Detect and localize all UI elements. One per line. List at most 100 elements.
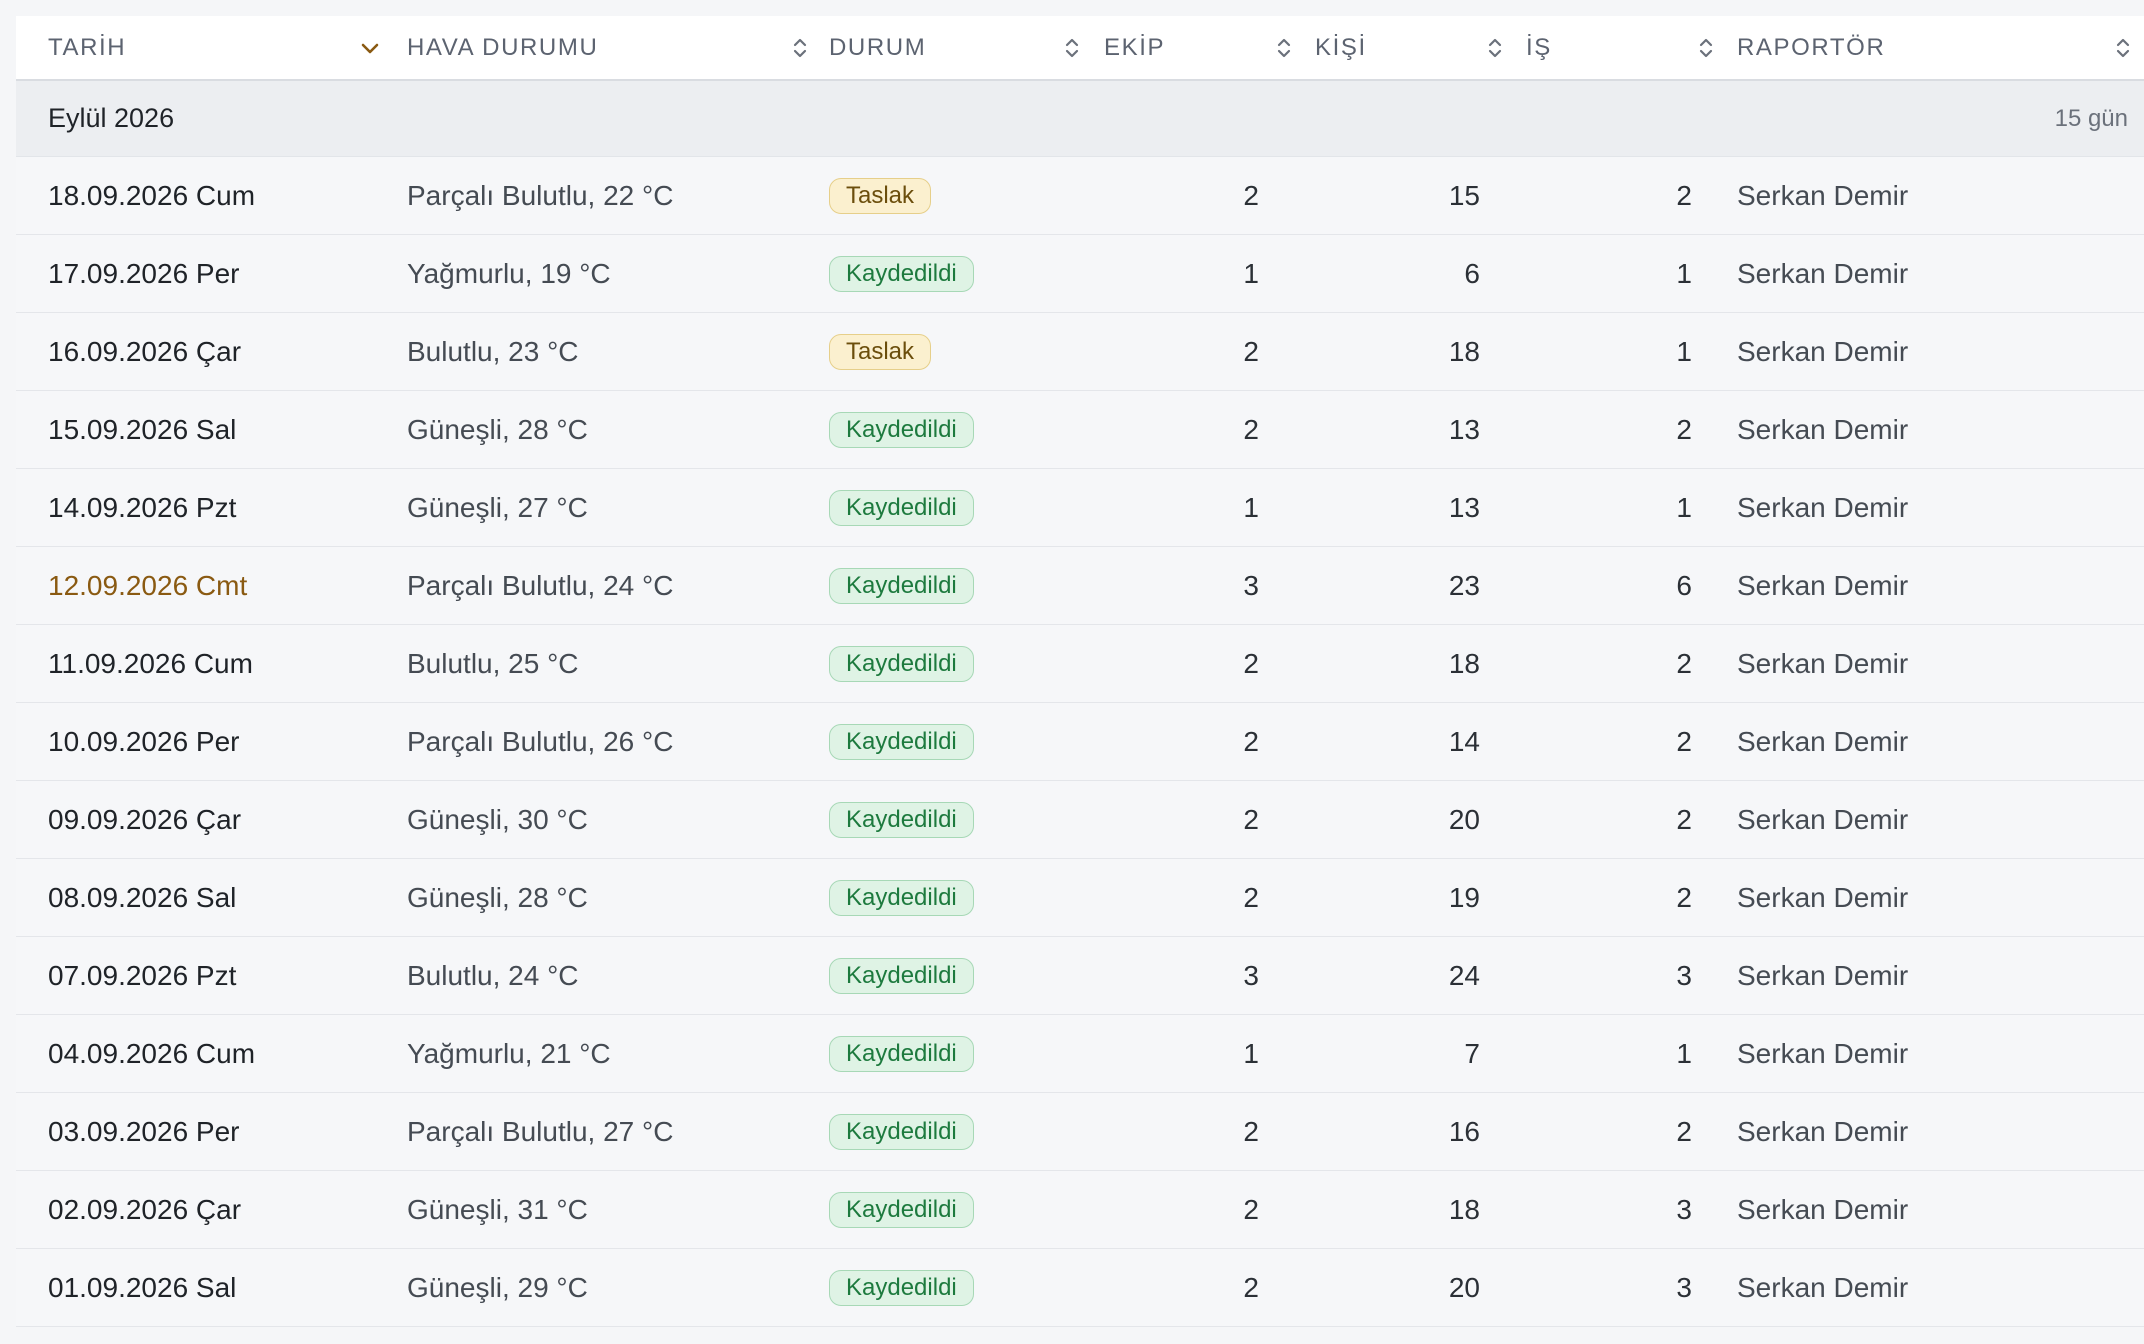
cell-jobs: 6 — [1612, 547, 1692, 624]
column-header-jobs[interactable]: İŞ — [1526, 16, 1726, 79]
sort-toggle-icon[interactable] — [1692, 34, 1720, 62]
column-header-team[interactable]: EKİP — [1104, 16, 1304, 79]
cell-date: 02.09.2026 Çar — [48, 1171, 241, 1248]
table-row[interactable]: 17.09.2026 Per Yağmurlu, 19 °C Kaydedildi 1… — [16, 235, 2144, 313]
cell-status: Kaydedildi — [829, 1249, 974, 1326]
cell-weather-text: Güneşli, 29 °C — [407, 1271, 588, 1303]
cell-jobs-text: 2 — [1676, 725, 1692, 757]
cell-jobs-text: 1 — [1676, 1037, 1692, 1069]
cell-jobs: 2 — [1612, 859, 1692, 936]
cell-weather-text: Parçalı Bulutlu, 27 °C — [407, 1115, 674, 1147]
cell-team: 1 — [1179, 1015, 1259, 1092]
cell-reporter: Serkan Demir — [1737, 1171, 1908, 1248]
cell-date: 01.09.2026 Sal — [48, 1249, 236, 1326]
table-row[interactable]: 14.09.2026 Pzt Güneşli, 27 °C Kaydedildi 1 1… — [16, 469, 2144, 547]
sort-toggle-icon[interactable] — [1481, 34, 1509, 62]
table-row[interactable]: 11.09.2026 Cum Bulutlu, 25 °C Kaydedildi 2 1… — [16, 625, 2144, 703]
cell-jobs-text: 2 — [1676, 881, 1692, 913]
cell-date-text: 15.09.2026 Sal — [48, 413, 237, 445]
table-row[interactable]: 18.09.2026 Cum Parçalı Bulutlu, 22 °C Tasl… — [16, 157, 2144, 235]
cell-people: 24 — [1400, 937, 1480, 1014]
status-badge: Kaydedildi — [829, 567, 974, 604]
column-label-team: EKİP — [1104, 33, 1166, 61]
table-row[interactable]: 01.09.2026 Sal Güneşli, 29 °C Kaydedildi 2 2… — [16, 1249, 2144, 1327]
cell-status: Kaydedildi — [829, 1093, 974, 1170]
table-row[interactable]: 10.09.2026 Per Parçalı Bulutlu, 26 °C Kayd… — [16, 703, 2144, 781]
cell-jobs: 2 — [1612, 781, 1692, 858]
cell-team: 2 — [1179, 1171, 1259, 1248]
cell-weather: Güneşli, 30 °C — [407, 781, 588, 858]
cell-status: Kaydedildi — [829, 235, 974, 312]
table-row[interactable]: 08.09.2026 Sal Güneşli, 28 °C Kaydedildi 2 1… — [16, 859, 2144, 937]
sort-toggle-icon[interactable] — [2109, 34, 2137, 62]
cell-date: 03.09.2026 Per — [48, 1093, 240, 1170]
table-row[interactable]: 15.09.2026 Sal Güneşli, 28 °C Kaydedildi 2 1… — [16, 391, 2144, 469]
table-row[interactable]: 09.09.2026 Çar Güneşli, 30 °C Kaydedildi 2 2… — [16, 781, 2144, 859]
cell-people: 6 — [1400, 235, 1480, 312]
cell-people: 20 — [1400, 781, 1480, 858]
cell-status: Kaydedildi — [829, 1015, 974, 1092]
table-row[interactable]: 16.09.2026 Çar Bulutlu, 23 °C Taslak 2 18 1 Se… — [16, 313, 2144, 391]
cell-people: 20 — [1400, 1249, 1480, 1326]
column-header-status[interactable]: DURUM — [829, 16, 1109, 79]
column-header-date[interactable]: TARİH — [48, 16, 388, 79]
cell-people: 7 — [1400, 1015, 1480, 1092]
cell-people: 23 — [1400, 547, 1480, 624]
cell-weather: Güneşli, 27 °C — [407, 469, 588, 546]
cell-jobs: 2 — [1612, 1093, 1692, 1170]
cell-jobs-text: 2 — [1676, 179, 1692, 211]
cell-team: 3 — [1179, 937, 1259, 1014]
cell-jobs-text: 2 — [1676, 413, 1692, 445]
table-row[interactable]: 04.09.2026 Cum Yağmurlu, 21 °C Kaydedildi 1… — [16, 1015, 2144, 1093]
sort-descending-icon[interactable] — [356, 34, 384, 62]
cell-date-text: 10.09.2026 Per — [48, 725, 240, 757]
cell-weather-text: Bulutlu, 24 °C — [407, 959, 579, 991]
status-badge: Taslak — [829, 333, 932, 370]
cell-team: 2 — [1179, 781, 1259, 858]
cell-date-text: 14.09.2026 Pzt — [48, 491, 237, 523]
column-header-reporter[interactable]: RAPORTÖR — [1737, 16, 2137, 79]
table-row[interactable]: 02.09.2026 Çar Güneşli, 31 °C Kaydedildi 2 1… — [16, 1171, 2144, 1249]
cell-reporter-text: Serkan Demir — [1737, 335, 1909, 367]
status-badge: Kaydedildi — [829, 723, 974, 760]
cell-team-text: 2 — [1243, 803, 1259, 835]
cell-team: 2 — [1179, 625, 1259, 702]
cell-date-text: 16.09.2026 Çar — [48, 335, 242, 367]
cell-status: Taslak — [829, 157, 932, 234]
cell-jobs-text: 1 — [1676, 257, 1692, 289]
cell-status: Kaydedildi — [829, 859, 974, 936]
cell-weather-text: Bulutlu, 23 °C — [407, 335, 579, 367]
cell-people: 13 — [1400, 391, 1480, 468]
cell-people-text: 14 — [1448, 725, 1480, 757]
status-badge: Kaydedildi — [829, 1113, 974, 1150]
cell-weather: Yağmurlu, 21 °C — [407, 1015, 611, 1092]
table-row[interactable]: 07.09.2026 Pzt Bulutlu, 24 °C Kaydedildi 3 2… — [16, 937, 2144, 1015]
cell-date-text: 11.09.2026 Cum — [48, 647, 253, 679]
cell-status: Kaydedildi — [829, 1171, 974, 1248]
cell-jobs-text: 2 — [1676, 803, 1692, 835]
cell-status: Kaydedildi — [829, 781, 974, 858]
cell-status: Taslak — [829, 313, 932, 390]
sort-toggle-icon[interactable] — [786, 34, 814, 62]
group-header-month[interactable]: Eylül 2026 15 gün — [16, 81, 2144, 157]
cell-people: 16 — [1400, 1093, 1480, 1170]
sort-toggle-icon[interactable] — [1270, 34, 1298, 62]
cell-weather-text: Bulutlu, 25 °C — [407, 647, 579, 679]
cell-people-text: 6 — [1464, 257, 1480, 289]
table-row[interactable]: 03.09.2026 Per Parçalı Bulutlu, 27 °C Kayd… — [16, 1093, 2144, 1171]
cell-people-text: 20 — [1448, 1271, 1480, 1303]
cell-weather: Güneşli, 31 °C — [407, 1171, 588, 1248]
cell-jobs: 2 — [1612, 625, 1692, 702]
column-header-people[interactable]: KİŞİ — [1315, 16, 1515, 79]
cell-team-text: 1 — [1243, 1037, 1259, 1069]
column-header-weather[interactable]: HAVA DURUMU — [407, 16, 827, 79]
cell-jobs: 3 — [1612, 1171, 1692, 1248]
cell-date-text: 07.09.2026 Pzt — [48, 959, 237, 991]
cell-reporter: Serkan Demir — [1737, 469, 1908, 546]
cell-jobs: 2 — [1612, 157, 1692, 234]
cell-team-text: 2 — [1243, 179, 1259, 211]
table-row[interactable]: 12.09.2026 Cmt Parçalı Bulutlu, 24 °C Kayd… — [16, 547, 2144, 625]
cell-weather-text: Parçalı Bulutlu, 22 °C — [407, 179, 674, 211]
sort-toggle-icon[interactable] — [1058, 34, 1086, 62]
cell-weather: Parçalı Bulutlu, 27 °C — [407, 1093, 673, 1170]
